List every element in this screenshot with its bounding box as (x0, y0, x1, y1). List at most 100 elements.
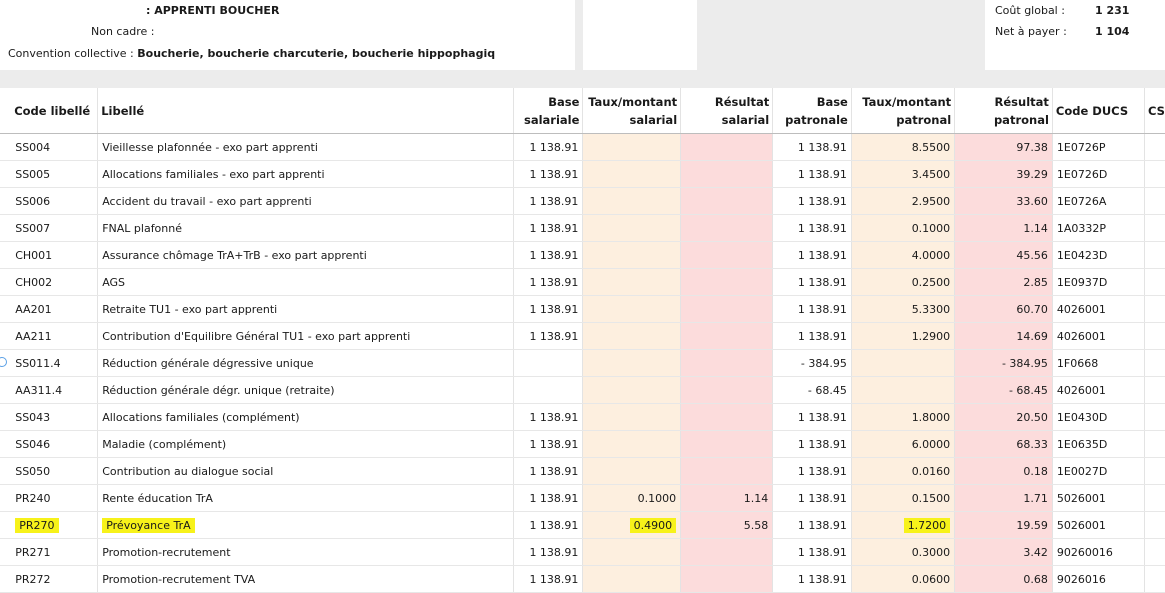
cell-cs[interactable] (1145, 269, 1165, 296)
cell-base-patronale[interactable]: 1 138.91 (773, 269, 852, 296)
cell-cs[interactable] (1145, 431, 1165, 458)
table-row[interactable]: SS011.4Réduction générale dégressive uni… (0, 350, 1165, 377)
cell-base-patronale[interactable]: 1 138.91 (773, 512, 852, 539)
cell-resultat-salarial[interactable] (681, 134, 773, 161)
cell-code[interactable]: SS006 (11, 188, 97, 215)
cell-resultat-patronal[interactable]: 0.18 (955, 458, 1053, 485)
cell-taux-salarial[interactable]: 0.1000 (583, 485, 681, 512)
cell-libelle[interactable]: AGS (98, 269, 514, 296)
cell-taux-salarial[interactable] (583, 350, 681, 377)
cell-base-patronale[interactable]: 1 138.91 (773, 539, 852, 566)
cell-libelle[interactable]: Retraite TU1 - exo part apprenti (98, 296, 514, 323)
cell-code-ducs[interactable]: 4026001 (1052, 323, 1144, 350)
cell-resultat-salarial[interactable] (681, 242, 773, 269)
cell-base-patronale[interactable]: 1 138.91 (773, 566, 852, 593)
table-row[interactable]: PR271Promotion-recrutement1 138.911 138.… (0, 539, 1165, 566)
cell-resultat-patronal[interactable]: 0.68 (955, 566, 1053, 593)
table-row[interactable]: AA211Contribution d'Equilibre Général TU… (0, 323, 1165, 350)
cell-code-ducs[interactable]: 1E0423D (1052, 242, 1144, 269)
cell-base-salariale[interactable]: 1 138.91 (513, 485, 583, 512)
table-row[interactable]: PR270Prévoyance TrA1 138.910.49005.581 1… (0, 512, 1165, 539)
cell-taux-patronal[interactable]: 0.2500 (851, 269, 954, 296)
cell-code[interactable]: SS011.4 (11, 350, 97, 377)
cell-libelle[interactable]: Réduction générale dégressive unique (98, 350, 514, 377)
cell-resultat-salarial[interactable] (681, 269, 773, 296)
cell-resultat-patronal[interactable]: 14.69 (955, 323, 1053, 350)
cell-cs[interactable] (1145, 242, 1165, 269)
cell-code-ducs[interactable]: 1E0726D (1052, 161, 1144, 188)
cell-libelle[interactable]: Assurance chômage TrA+TrB - exo part app… (98, 242, 514, 269)
cell-code[interactable]: CH001 (11, 242, 97, 269)
cell-taux-salarial[interactable] (583, 323, 681, 350)
cell-cs[interactable] (1145, 296, 1165, 323)
cell-taux-patronal[interactable]: 0.1000 (851, 215, 954, 242)
cell-code[interactable]: AA211 (11, 323, 97, 350)
cell-taux-salarial[interactable] (583, 296, 681, 323)
cell-code[interactable]: SS046 (11, 431, 97, 458)
header-base-patronale[interactable]: Base patronale (773, 88, 852, 134)
cell-taux-salarial[interactable] (583, 215, 681, 242)
cell-taux-patronal[interactable]: 0.0160 (851, 458, 954, 485)
cell-code-ducs[interactable]: 1A0332P (1052, 215, 1144, 242)
cell-resultat-patronal[interactable]: 68.33 (955, 431, 1053, 458)
cell-base-patronale[interactable]: 1 138.91 (773, 323, 852, 350)
cell-resultat-patronal[interactable]: 97.38 (955, 134, 1053, 161)
cell-resultat-salarial[interactable] (681, 566, 773, 593)
cell-resultat-salarial[interactable]: 1.14 (681, 485, 773, 512)
cell-taux-patronal[interactable]: 4.0000 (851, 242, 954, 269)
cell-base-patronale[interactable]: 1 138.91 (773, 431, 852, 458)
cell-cs[interactable] (1145, 323, 1165, 350)
cell-base-patronale[interactable]: - 384.95 (773, 350, 852, 377)
cell-code-ducs[interactable]: 1E0937D (1052, 269, 1144, 296)
cell-taux-salarial[interactable] (583, 134, 681, 161)
cell-cs[interactable] (1145, 377, 1165, 404)
header-base-salariale[interactable]: Base salariale (513, 88, 583, 134)
cell-code[interactable]: SS050 (11, 458, 97, 485)
cell-code-ducs[interactable]: 1E0726A (1052, 188, 1144, 215)
cell-libelle[interactable]: Prévoyance TrA (98, 512, 514, 539)
cell-code-ducs[interactable]: 1E0726P (1052, 134, 1144, 161)
cell-taux-patronal[interactable]: 1.2900 (851, 323, 954, 350)
cell-taux-salarial[interactable] (583, 377, 681, 404)
cell-code[interactable]: AA201 (11, 296, 97, 323)
table-row[interactable]: SS046Maladie (complément)1 138.911 138.9… (0, 431, 1165, 458)
cell-code-ducs[interactable]: 1F0668 (1052, 350, 1144, 377)
cell-taux-salarial[interactable] (583, 539, 681, 566)
cell-resultat-patronal[interactable]: 3.42 (955, 539, 1053, 566)
cell-libelle[interactable]: Contribution au dialogue social (98, 458, 514, 485)
header-taux-salarial[interactable]: Taux/montant salarial (583, 88, 681, 134)
cell-resultat-salarial[interactable] (681, 404, 773, 431)
cell-libelle[interactable]: Promotion-recrutement TVA (98, 566, 514, 593)
header-cs[interactable]: CS (1145, 88, 1165, 134)
cell-resultat-salarial[interactable] (681, 458, 773, 485)
cell-code-ducs[interactable]: 9026016 (1052, 566, 1144, 593)
cell-base-salariale[interactable]: 1 138.91 (513, 269, 583, 296)
cell-cs[interactable] (1145, 458, 1165, 485)
cell-libelle[interactable]: Promotion-recrutement (98, 539, 514, 566)
cell-base-salariale[interactable]: 1 138.91 (513, 512, 583, 539)
cell-code[interactable]: PR272 (11, 566, 97, 593)
cell-libelle[interactable]: Allocations familiales (complément) (98, 404, 514, 431)
cell-cs[interactable]: 8.4 (1145, 512, 1165, 539)
cell-base-patronale[interactable]: 1 138.91 (773, 188, 852, 215)
cell-libelle[interactable]: Accident du travail - exo part apprenti (98, 188, 514, 215)
cell-base-patronale[interactable]: 1 138.91 (773, 485, 852, 512)
cell-code[interactable]: CH002 (11, 269, 97, 296)
cell-resultat-patronal[interactable]: 39.29 (955, 161, 1053, 188)
cell-taux-patronal[interactable]: 8.5500 (851, 134, 954, 161)
cell-taux-patronal[interactable] (851, 350, 954, 377)
cell-resultat-salarial[interactable] (681, 350, 773, 377)
cell-taux-salarial[interactable] (583, 242, 681, 269)
table-row[interactable]: SS004Vieillesse plafonnée - exo part app… (0, 134, 1165, 161)
cell-resultat-salarial[interactable]: 5.58 (681, 512, 773, 539)
cell-base-patronale[interactable]: - 68.45 (773, 377, 852, 404)
cell-taux-salarial[interactable] (583, 188, 681, 215)
cell-base-salariale[interactable] (513, 350, 583, 377)
cell-resultat-salarial[interactable] (681, 431, 773, 458)
cell-code-ducs[interactable]: 4026001 (1052, 377, 1144, 404)
cell-base-salariale[interactable]: 1 138.91 (513, 431, 583, 458)
cell-resultat-patronal[interactable]: 60.70 (955, 296, 1053, 323)
cell-base-patronale[interactable]: 1 138.91 (773, 134, 852, 161)
table-row[interactable]: SS043Allocations familiales (complément)… (0, 404, 1165, 431)
cell-code[interactable]: SS043 (11, 404, 97, 431)
